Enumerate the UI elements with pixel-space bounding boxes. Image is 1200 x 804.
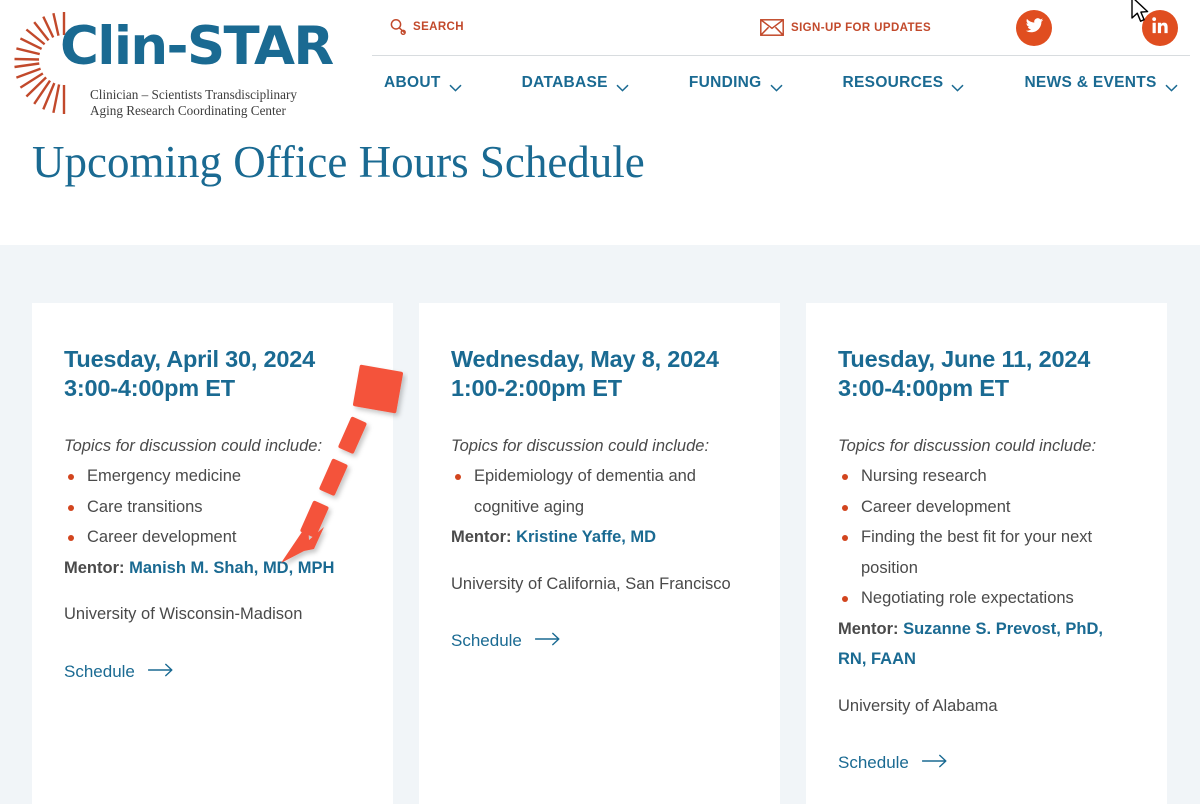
topic-item: Emergency medicine xyxy=(64,461,361,492)
office-hours-card: Wednesday, May 8, 2024 1:00-2:00pm ET To… xyxy=(419,303,780,804)
card-intro: Topics for discussion could include: xyxy=(451,437,710,455)
chevron-down-icon xyxy=(449,79,462,92)
card-time: 3:00-4:00pm ET xyxy=(838,375,1009,401)
card-date-time: Wednesday, May 8, 2024 1:00-2:00pm ET xyxy=(451,345,748,403)
twitter-link[interactable] xyxy=(1016,10,1052,46)
card-intro: Topics for discussion could include: xyxy=(64,437,323,455)
mentor-label: Mentor: xyxy=(451,528,512,546)
mentor-line: Mentor: Suzanne S. Prevost, PhD, RN, FAA… xyxy=(838,614,1135,675)
page-title: Upcoming Office Hours Schedule xyxy=(32,137,645,187)
nav-item-label: NEWS & EVENTS xyxy=(1024,74,1157,91)
envelope-icon xyxy=(760,19,784,36)
office-hours-card-list: Tuesday, April 30, 2024 3:00-4:00pm ET T… xyxy=(32,303,1168,804)
signup-for-updates-link[interactable]: SIGN-UP FOR UPDATES xyxy=(760,19,931,36)
office-hours-section: Tuesday, April 30, 2024 3:00-4:00pm ET T… xyxy=(0,245,1200,804)
schedule-label: Schedule xyxy=(838,753,909,772)
card-intro: Topics for discussion could include: xyxy=(838,437,1097,455)
topic-item: Care transitions xyxy=(64,492,361,523)
schedule-link[interactable]: Schedule xyxy=(451,631,561,651)
schedule-label: Schedule xyxy=(451,631,522,650)
topic-item: Nursing research xyxy=(838,461,1135,492)
arrow-right-icon xyxy=(147,662,174,682)
chevron-down-icon xyxy=(616,79,629,92)
nav-item-resources[interactable]: RESOURCES xyxy=(843,74,965,92)
nav-item-label: DATABASE xyxy=(521,74,608,91)
signup-label: SIGN-UP FOR UPDATES xyxy=(791,21,932,34)
card-time: 1:00-2:00pm ET xyxy=(451,375,622,401)
nav-item-label: RESOURCES xyxy=(842,74,944,91)
card-date: Wednesday, May 8, 2024 xyxy=(451,346,719,372)
utility-row: SEARCH SIGN-UP FOR UPDATES xyxy=(0,0,1200,56)
mentor-name-link[interactable]: Manish M. Shah, MD, MPH xyxy=(129,559,334,577)
nav-item-funding[interactable]: FUNDING xyxy=(689,74,783,92)
search-button[interactable]: SEARCH xyxy=(389,18,464,36)
topics-list: Epidemiology of dementia and cognitive a… xyxy=(451,461,748,522)
topic-item: Career development xyxy=(64,522,361,553)
mentor-affiliation: University of Wisconsin-Madison xyxy=(64,605,303,623)
card-date: Tuesday, June 11, 2024 xyxy=(838,346,1091,372)
mentor-label: Mentor: xyxy=(64,558,125,577)
nav-item-database[interactable]: DATABASE xyxy=(522,74,629,92)
mentor-affiliation: University of California, San Francisco xyxy=(451,574,731,593)
schedule-link[interactable]: Schedule xyxy=(838,753,948,773)
logo-tagline-line1: Clinician – Scientists Transdisciplinary xyxy=(90,87,297,102)
chevron-down-icon xyxy=(770,79,783,92)
mentor-label: Mentor: xyxy=(838,619,899,638)
schedule-link[interactable]: Schedule xyxy=(64,662,174,682)
schedule-label: Schedule xyxy=(64,661,135,681)
nav-divider xyxy=(372,55,1190,56)
logo-tagline: Clinician – Scientists Transdisciplinary… xyxy=(90,87,330,118)
chevron-down-icon xyxy=(1165,79,1178,92)
nav-item-label: ABOUT xyxy=(384,74,441,91)
office-hours-card: Tuesday, June 11, 2024 3:00-4:00pm ET To… xyxy=(806,303,1167,804)
twitter-bird-icon xyxy=(1025,16,1044,40)
main-navigation: ABOUT DATABASE FUNDING RESOURCES NEWS & … xyxy=(372,62,1192,104)
magnifying-glass-icon xyxy=(389,18,406,36)
nav-item-about[interactable]: ABOUT xyxy=(384,74,462,92)
topic-item: Negotiating role expectations xyxy=(838,583,1135,614)
nav-item-news-and-events[interactable]: NEWS & EVENTS xyxy=(1024,74,1178,92)
card-time: 3:00-4:00pm ET xyxy=(64,375,235,401)
search-label: SEARCH xyxy=(413,20,464,33)
nav-item-label: FUNDING xyxy=(688,74,762,91)
office-hours-card: Tuesday, April 30, 2024 3:00-4:00pm ET T… xyxy=(32,303,393,804)
mentor-line: Mentor: Kristine Yaffe, MD xyxy=(451,522,748,553)
topics-list: Nursing research Career development Find… xyxy=(838,461,1135,614)
page-root: Clin-STAR Clinician – Scientists Transdi… xyxy=(0,0,1200,804)
logo-tagline-line2: Aging Research Coordinating Center xyxy=(90,102,286,118)
mentor-line: Mentor: Manish M. Shah, MD, MPH xyxy=(64,553,361,584)
linkedin-in-icon xyxy=(1151,16,1170,40)
card-date-time: Tuesday, April 30, 2024 3:00-4:00pm ET xyxy=(64,345,361,403)
card-date: Tuesday, April 30, 2024 xyxy=(64,346,315,372)
topics-list: Emergency medicine Care transitions Care… xyxy=(64,461,361,553)
arrow-right-icon xyxy=(921,753,948,773)
topic-item: Epidemiology of dementia and cognitive a… xyxy=(451,461,748,522)
linkedin-link[interactable] xyxy=(1142,10,1178,46)
site-header: Clin-STAR Clinician – Scientists Transdi… xyxy=(0,0,1200,245)
mentor-name-link[interactable]: Kristine Yaffe, MD xyxy=(516,528,656,546)
chevron-down-icon xyxy=(951,79,964,92)
topic-item: Finding the best fit for your next posit… xyxy=(838,522,1135,583)
arrow-right-icon xyxy=(534,631,561,651)
topic-item: Career development xyxy=(838,492,1135,523)
mentor-affiliation: University of Alabama xyxy=(838,696,998,715)
card-date-time: Tuesday, June 11, 2024 3:00-4:00pm ET xyxy=(838,345,1135,403)
